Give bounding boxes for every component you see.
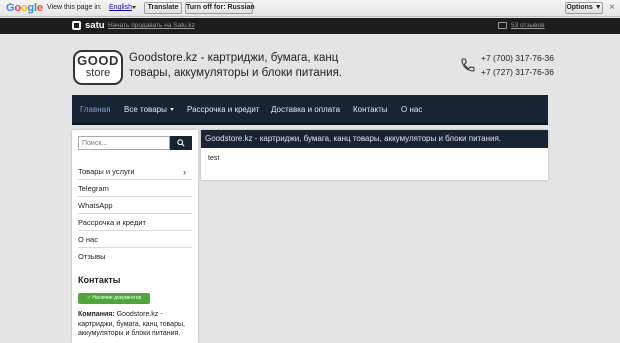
sidebar: Товары и услуги › Telegram WhatsApp Расс… <box>72 130 198 343</box>
sidebar-item-products[interactable]: Товары и услуги › <box>78 164 192 180</box>
language-select[interactable]: English <box>109 4 132 11</box>
nav-item-delivery[interactable]: Доставка и оплата <box>271 105 340 114</box>
sidebar-item-label: О нас <box>78 235 98 244</box>
phone-number[interactable]: +7 (727) 317-76-36 <box>481 67 554 77</box>
phone-number[interactable]: +7 (700) 317-76-36 <box>481 53 554 63</box>
chevron-right-icon: › <box>183 167 186 177</box>
search-button[interactable] <box>170 136 192 150</box>
phone-icon <box>460 57 477 74</box>
logo-text-bottom: store <box>85 67 111 79</box>
sidebar-item-label: Отзывы <box>78 252 106 261</box>
sidebar-item-label: WhatsApp <box>78 201 113 210</box>
store-logo[interactable]: GOOD store <box>73 50 123 85</box>
turn-off-button[interactable]: Turn off for: Russian <box>185 2 255 14</box>
nav-item-label: Все товары <box>124 105 167 114</box>
company-label: Компания: <box>78 311 115 318</box>
satu-logo-icon[interactable] <box>72 21 81 30</box>
satu-logo[interactable]: satu <box>85 20 105 31</box>
nav-item-all-products[interactable]: Все товары <box>124 105 174 114</box>
sidebar-item-installments[interactable]: Рассрочка и кредит <box>78 215 192 231</box>
company-info: Компания: Goodstore.kz - картриджи, бума… <box>78 310 194 339</box>
page-body-text: test <box>208 155 220 162</box>
options-button[interactable]: Options ▼ <box>565 2 603 14</box>
sidebar-item-whatsapp[interactable]: WhatsApp <box>78 198 192 214</box>
main-content: Goodstore.kz - картриджи, бумага, канц т… <box>201 130 548 180</box>
chevron-down-icon <box>169 108 174 111</box>
google-logo-letter: e <box>36 2 43 14</box>
nav-item-about[interactable]: О нас <box>401 105 422 114</box>
sidebar-item-telegram[interactable]: Telegram <box>78 181 192 197</box>
translate-prompt: View this page in: <box>47 4 102 11</box>
search-input[interactable] <box>78 136 170 150</box>
reviews-icon <box>498 22 507 29</box>
site-title: Goodstore.kz - картриджи, бумага, канц т… <box>129 52 342 79</box>
google-logo-text: Google <box>6 2 43 14</box>
documents-badge[interactable]: ✓ Наличие документов <box>78 293 150 304</box>
search-icon <box>177 139 185 147</box>
contacts-heading: Контакты <box>78 275 121 285</box>
logo-text-top: GOOD <box>77 53 119 68</box>
sidebar-item-label: Telegram <box>78 184 109 193</box>
main-nav: Главная Все товары Рассрочка и кредит До… <box>72 95 548 125</box>
close-icon[interactable]: × <box>607 3 617 13</box>
start-selling-link[interactable]: Начать продавать на Satu.kz <box>108 22 195 29</box>
translate-button[interactable]: Translate <box>144 2 182 14</box>
reviews-link[interactable]: 53 отзывов <box>511 22 545 29</box>
translate-bar: Google View this page in: English Transl… <box>0 0 620 17</box>
page-title: Goodstore.kz - картриджи, бумага, канц т… <box>201 130 548 148</box>
sidebar-item-about[interactable]: О нас <box>78 232 192 248</box>
satu-bar: satu Начать продавать на Satu.kz 53 отзы… <box>0 18 620 34</box>
sidebar-item-label: Товары и услуги <box>78 167 135 176</box>
chevron-down-icon[interactable] <box>132 6 136 9</box>
nav-item-contacts[interactable]: Контакты <box>353 105 388 114</box>
sidebar-item-reviews[interactable]: Отзывы <box>78 249 192 265</box>
sidebar-item-label: Рассрочка и кредит <box>78 218 146 227</box>
nav-item-installments[interactable]: Рассрочка и кредит <box>187 105 259 114</box>
google-logo: Google <box>6 2 43 14</box>
nav-item-home[interactable]: Главная <box>80 105 110 114</box>
